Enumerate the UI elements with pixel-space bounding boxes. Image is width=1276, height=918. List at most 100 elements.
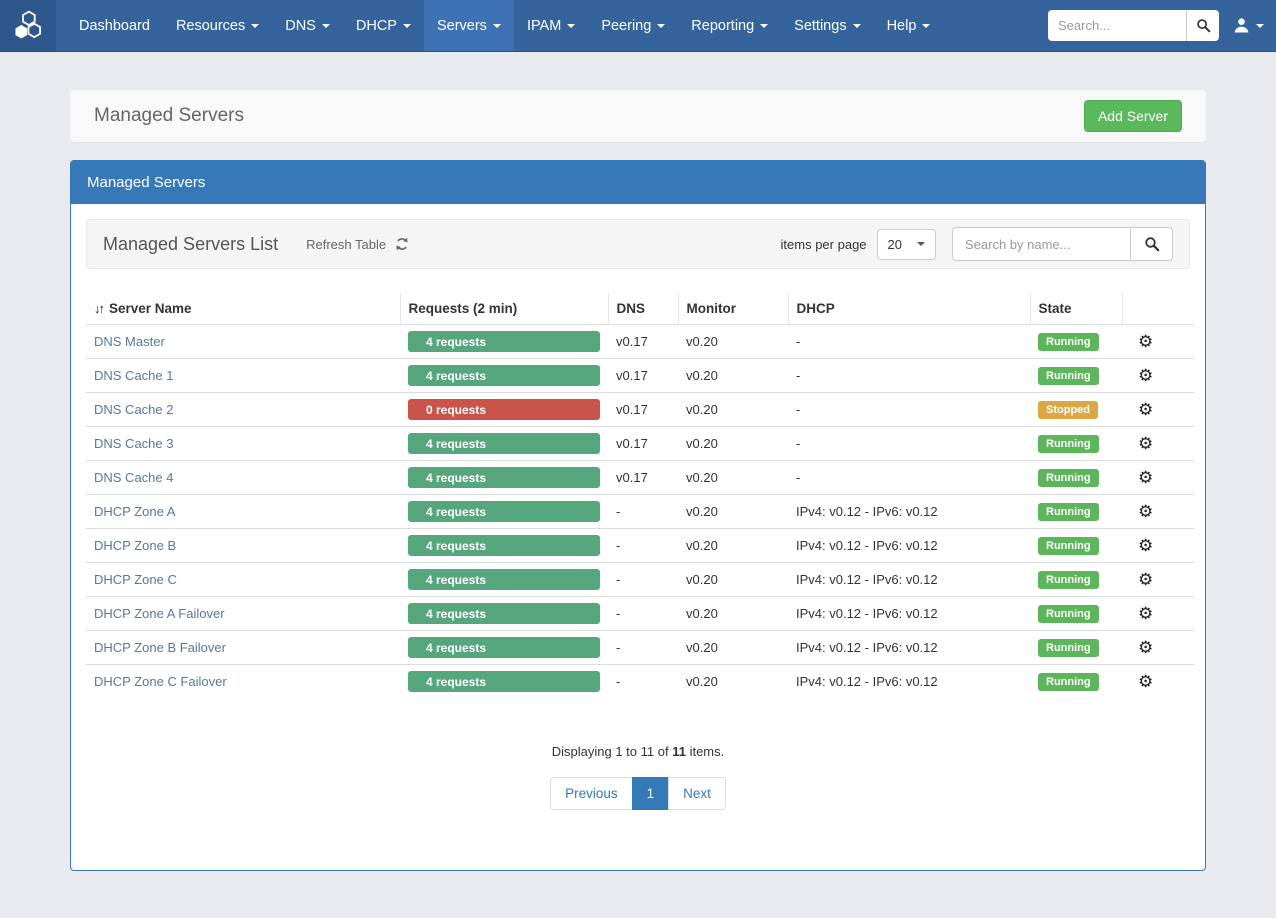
gear-icon[interactable]: ⚙ [1138,604,1153,623]
requests-bar: 4 requests [408,569,600,590]
requests-label: 4 requests [426,641,486,655]
table-search-button[interactable] [1130,227,1173,261]
dns-version: v0.17 [608,461,678,495]
servers-table-body: DNS Master 4 requests v0.17 v0.20 - Runn… [86,325,1194,699]
requests-progress: 4 requests [408,433,600,454]
gear-icon[interactable]: ⚙ [1138,332,1153,351]
requests-label: 0 requests [426,403,486,417]
chevron-down-icon [922,24,930,28]
server-name-link[interactable]: DNS Cache 3 [94,436,173,451]
state-badge: Running [1038,605,1099,623]
pagination: Previous 1 Next [86,777,1190,810]
requests-bar: 4 requests [408,603,600,624]
previous-page-button[interactable]: Previous [550,777,633,810]
search-icon [1196,18,1211,33]
server-name-link[interactable]: DHCP Zone C [94,572,177,587]
monitor-version: v0.20 [678,665,788,699]
requests-progress: 4 requests [408,671,600,692]
refresh-table-button[interactable]: Refresh Table [306,237,409,252]
monitor-version: v0.20 [678,325,788,359]
nav-item-dns[interactable]: DNS [272,0,343,51]
gear-icon[interactable]: ⚙ [1138,672,1153,691]
monitor-version: v0.20 [678,563,788,597]
user-menu[interactable] [1233,17,1264,34]
server-name-link[interactable]: DHCP Zone A Failover [94,606,225,621]
state-badge: Running [1038,367,1099,385]
nav-item-help[interactable]: Help [874,0,944,51]
next-page-button[interactable]: Next [668,777,726,810]
servers-table: ↓↑Server Name Requests (2 min) DNS Monit… [86,293,1194,698]
refresh-icon [395,237,409,251]
gear-icon[interactable]: ⚙ [1138,536,1153,555]
col-header-dhcp: DHCP [788,293,1030,325]
nav-item-settings[interactable]: Settings [781,0,873,51]
dns-version: - [608,495,678,529]
gear-icon[interactable]: ⚙ [1138,570,1153,589]
gear-icon[interactable]: ⚙ [1138,502,1153,521]
col-header-monitor: Monitor [678,293,788,325]
nav-item-dashboard[interactable]: Dashboard [66,0,163,51]
add-server-button[interactable]: Add Server [1084,100,1182,132]
gear-icon[interactable]: ⚙ [1138,366,1153,385]
monitor-version: v0.20 [678,427,788,461]
dns-version: - [608,665,678,699]
table-row: DNS Cache 4 4 requests v0.17 v0.20 - Run… [86,461,1194,495]
requests-label: 4 requests [426,369,486,383]
server-name-link[interactable]: DHCP Zone A [94,504,175,519]
gear-icon[interactable]: ⚙ [1138,638,1153,657]
global-search [1048,10,1219,41]
state-badge: Running [1038,639,1099,657]
server-name-link[interactable]: DNS Cache 2 [94,402,173,417]
gear-icon[interactable]: ⚙ [1138,468,1153,487]
chevron-down-icon [917,242,925,246]
global-search-button[interactable] [1186,10,1219,41]
page-header: Managed Servers Add Server [70,90,1206,142]
sort-icon[interactable]: ↓↑ [94,301,103,316]
requests-label: 4 requests [426,675,486,689]
server-name-link[interactable]: DNS Cache 4 [94,470,173,485]
panel-title: Managed Servers [71,161,1205,204]
gear-icon[interactable]: ⚙ [1138,400,1153,419]
top-navbar: Dashboard Resources DNS DHCP Servers IPA… [0,0,1276,52]
server-name-link[interactable]: DHCP Zone C Failover [94,674,227,689]
chevron-down-icon [322,24,330,28]
nav-item-reporting[interactable]: Reporting [678,0,781,51]
requests-label: 4 requests [426,471,486,485]
table-row: DHCP Zone B Failover 4 requests - v0.20 … [86,631,1194,665]
dhcp-versions: IPv4: v0.12 - IPv6: v0.12 [788,631,1030,665]
server-name-link[interactable]: DHCP Zone B [94,538,176,553]
nav-item-servers[interactable]: Servers [424,0,514,51]
search-by-name-input[interactable] [952,227,1130,261]
requests-progress: 4 requests [408,501,600,522]
requests-bar: 4 requests [408,671,600,692]
nav-item-dhcp[interactable]: DHCP [343,0,424,51]
requests-progress: 4 requests [408,637,600,658]
table-header-row: ↓↑Server Name Requests (2 min) DNS Monit… [86,293,1194,325]
user-icon [1233,17,1250,34]
requests-label: 4 requests [426,539,486,553]
state-badge: Stopped [1038,401,1098,419]
server-name-link[interactable]: DNS Master [94,334,165,349]
requests-bar: 4 requests [408,433,600,454]
user-menu-caret-icon [1256,24,1264,28]
page-title: Managed Servers [94,105,244,127]
dns-version: v0.17 [608,393,678,427]
gear-icon[interactable]: ⚙ [1138,434,1153,453]
dns-version: - [608,597,678,631]
page-1-button[interactable]: 1 [632,777,670,810]
nav-item-peering[interactable]: Peering [588,0,678,51]
app-logo[interactable] [0,0,56,51]
monitor-version: v0.20 [678,597,788,631]
chevron-down-icon [403,24,411,28]
chevron-down-icon [853,24,861,28]
items-per-page-select[interactable]: 20 [877,229,936,260]
dhcp-versions: - [788,359,1030,393]
server-name-link[interactable]: DNS Cache 1 [94,368,173,383]
nav-item-resources[interactable]: Resources [163,0,272,51]
chevron-down-icon [657,24,665,28]
server-name-link[interactable]: DHCP Zone B Failover [94,640,226,655]
dns-version: - [608,563,678,597]
global-search-input[interactable] [1048,10,1186,41]
table-row: DHCP Zone C Failover 4 requests - v0.20 … [86,665,1194,699]
nav-item-ipam[interactable]: IPAM [514,0,588,51]
